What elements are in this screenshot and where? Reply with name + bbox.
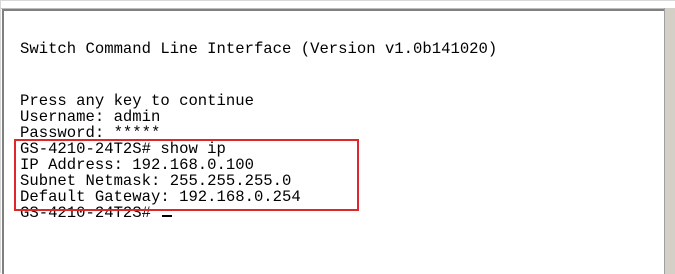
terminal-line-banner: Switch Command Line Interface (Version v… [20,40,498,58]
terminal-line-press-key: Press any key to continue [20,92,254,110]
highlight-box [14,139,359,211]
terminal-line-username: Username: admin [20,108,161,126]
terminal-window: Switch Command Line Interface (Version v… [0,0,675,274]
window-right-frame[interactable] [664,8,675,274]
text-cursor [162,215,173,217]
window-top-frame [1,1,675,9]
